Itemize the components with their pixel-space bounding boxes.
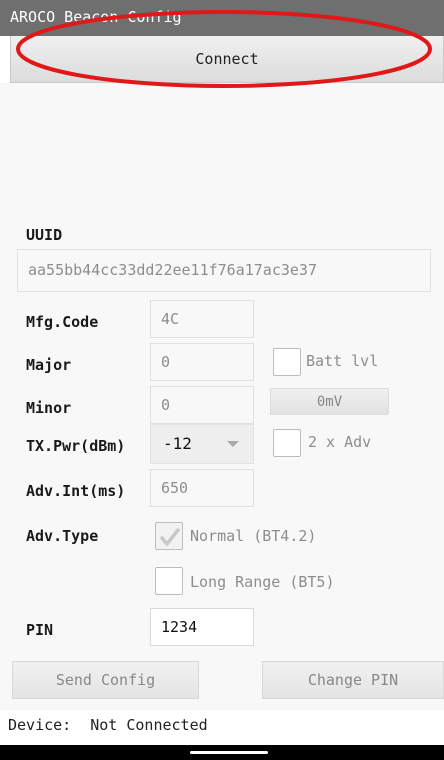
batt-lvl-label: Batt lvl xyxy=(306,352,379,370)
normal-label: Normal (BT4.2) xyxy=(190,527,317,545)
mv-button-label: 0mV xyxy=(316,393,343,410)
long-range-label: Long Range (BT5) xyxy=(190,573,335,591)
two-x-adv-checkbox[interactable] xyxy=(273,429,301,457)
batt-lvl-checkbox[interactable] xyxy=(273,348,301,376)
minor-field[interactable]: 0 xyxy=(150,386,254,424)
tx-pwr-dropdown[interactable]: -12 xyxy=(150,424,254,464)
device-status-value: Not Connected xyxy=(90,716,208,734)
app-title: AROCO Beacon Config xyxy=(10,8,182,26)
long-range-checkbox[interactable] xyxy=(155,567,183,595)
uuid-field[interactable]: aa55bb44cc33dd22ee11f76a17ac3e37 xyxy=(17,249,431,292)
send-config-label: Send Config xyxy=(55,671,156,689)
two-x-adv-label: 2 x Adv xyxy=(308,433,372,451)
mfg-code-field[interactable]: 4C xyxy=(150,300,254,338)
change-pin-button[interactable]: Change PIN xyxy=(262,661,444,699)
pin-label: PIN xyxy=(26,621,54,639)
system-nav-bar xyxy=(0,745,444,760)
mfg-code-label: Mfg.Code xyxy=(26,313,99,331)
send-config-button[interactable]: Send Config xyxy=(12,661,199,699)
adv-type-label: Adv.Type xyxy=(26,527,99,545)
chevron-down-icon xyxy=(227,441,239,447)
device-status-label: Device: xyxy=(8,716,72,734)
tx-pwr-label: TX.Pwr(dBm) xyxy=(26,437,126,455)
checkmark-icon xyxy=(160,528,180,546)
uuid-label: UUID xyxy=(26,226,63,244)
normal-checkbox[interactable] xyxy=(155,522,183,550)
adv-int-field[interactable]: 650 xyxy=(150,469,254,507)
mv-button[interactable]: 0mV xyxy=(270,388,389,415)
adv-int-label: Adv.Int(ms) xyxy=(26,482,126,500)
pin-field[interactable]: 1234 xyxy=(150,608,254,646)
change-pin-label: Change PIN xyxy=(307,671,399,689)
major-field[interactable]: 0 xyxy=(150,343,254,381)
home-indicator[interactable] xyxy=(190,751,268,754)
connect-button-label: Connect xyxy=(195,50,259,68)
tx-pwr-value: -12 xyxy=(163,434,192,453)
connect-button[interactable]: Connect xyxy=(10,36,444,83)
app-title-bar: AROCO Beacon Config xyxy=(0,0,444,36)
minor-label: Minor xyxy=(26,399,72,417)
device-status: Device: Not Connected xyxy=(8,716,208,734)
major-label: Major xyxy=(26,356,72,374)
